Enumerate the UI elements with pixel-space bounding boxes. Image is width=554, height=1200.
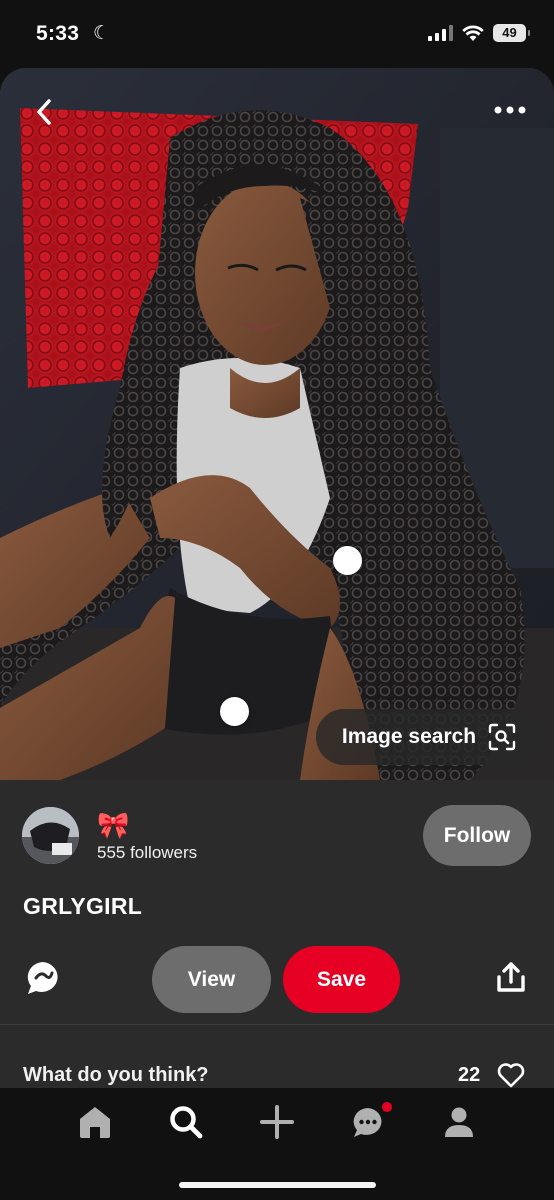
home-indicator [179,1182,376,1188]
share-button[interactable] [493,960,529,996]
more-icon [494,106,526,114]
creator-avatar[interactable] [22,807,79,864]
follow-button[interactable]: Follow [423,805,531,866]
view-button[interactable]: View [152,946,271,1013]
wifi-icon [462,25,484,41]
nav-create[interactable] [255,1100,299,1144]
notification-badge [382,1102,392,1112]
pin-title: GRLYGIRL [23,893,143,919]
pin-image[interactable]: Image search [0,68,554,780]
comments-prompt[interactable]: What do you think? [23,1064,209,1087]
battery-icon: 49 [493,24,530,42]
status-indicators: 49 [428,24,530,42]
nav-messages[interactable] [346,1100,392,1144]
status-time: 5:33 [36,22,80,45]
nav-home[interactable] [73,1100,117,1144]
creator-name[interactable]: 🎀 [97,810,129,841]
nav-search[interactable] [164,1100,208,1144]
back-button[interactable] [26,94,62,130]
nav-profile[interactable] [437,1100,481,1144]
product-hotspot[interactable] [220,697,249,726]
reaction-count: 22 [458,1064,481,1086]
comment-icon [27,962,58,994]
chevron-left-icon [37,99,51,125]
bottom-navigation [0,1088,554,1200]
save-button[interactable]: Save [283,946,400,1013]
comment-button[interactable] [24,959,62,997]
search-icon [170,1106,203,1139]
pin-details: 🎀 555 followers Follow GRLYGIRL View Sav… [0,780,554,1088]
divider [0,1024,554,1025]
chat-icon [353,1108,382,1137]
more-options-button[interactable] [490,96,530,124]
home-icon [80,1107,110,1138]
signal-icon [428,25,453,41]
visual-search-icon [488,723,516,751]
moon-icon: ☾ [93,23,111,44]
product-hotspot[interactable] [333,546,362,575]
share-icon [497,962,525,992]
heart-icon [497,1063,525,1088]
avatar-image [22,807,79,864]
image-search-button[interactable]: Image search [316,709,542,765]
pin-photo [0,68,554,780]
profile-icon [445,1107,473,1137]
image-search-label: Image search [341,725,477,748]
follower-count: 555 followers [97,843,198,862]
react-button[interactable] [496,1061,526,1089]
plus-icon [260,1105,294,1139]
status-bar: 5:33 ☾ 49 [0,0,554,68]
